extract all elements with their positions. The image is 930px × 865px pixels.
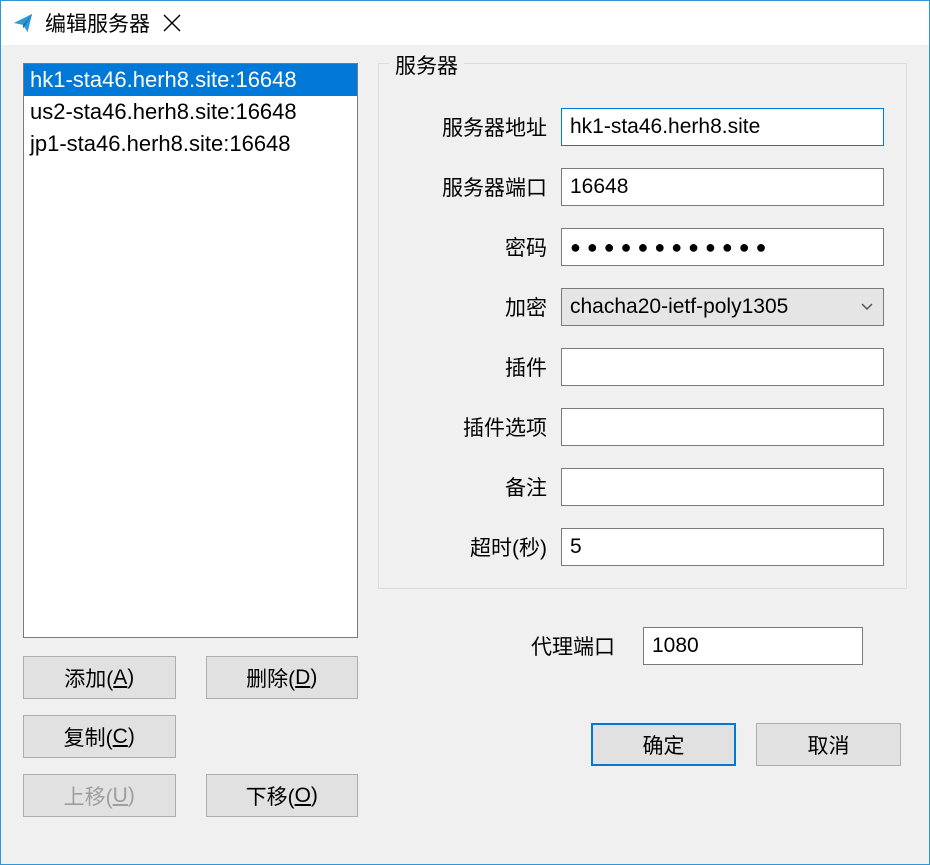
list-button-grid: 添加(A) 删除(D) 复制(C) 上移(U) 下移(O) xyxy=(23,656,358,817)
chevron-down-icon xyxy=(859,303,875,311)
address-input[interactable] xyxy=(561,108,884,146)
proxy-port-input[interactable] xyxy=(643,627,863,665)
server-list-item[interactable]: hk1-sta46.herh8.site:16648 xyxy=(24,64,357,96)
plugin-input[interactable] xyxy=(561,348,884,386)
groupbox-title: 服务器 xyxy=(389,50,464,80)
delete-button[interactable]: 删除(D) xyxy=(206,656,359,699)
remark-input[interactable] xyxy=(561,468,884,506)
server-list[interactable]: hk1-sta46.herh8.site:16648 us2-sta46.her… xyxy=(23,63,358,638)
move-up-button: 上移(U) xyxy=(23,774,176,817)
timeout-label: 超时(秒) xyxy=(401,532,561,562)
dialog-body: hk1-sta46.herh8.site:16648 us2-sta46.her… xyxy=(1,45,929,864)
port-input[interactable] xyxy=(561,168,884,206)
edit-server-dialog: 编辑服务器 hk1-sta46.herh8.site:16648 us2-sta… xyxy=(0,0,930,865)
server-list-item[interactable]: jp1-sta46.herh8.site:16648 xyxy=(24,128,357,160)
right-column: 服务器 服务器地址 服务器端口 密码 ●●●●●●●●●●●● 加 xyxy=(378,63,907,817)
encryption-select[interactable]: chacha20-ietf-poly1305 xyxy=(561,288,884,326)
plugin-opts-label: 插件选项 xyxy=(401,412,561,442)
address-label: 服务器地址 xyxy=(401,112,561,142)
close-button[interactable] xyxy=(150,3,194,43)
titlebar: 编辑服务器 xyxy=(1,1,929,45)
port-label: 服务器端口 xyxy=(401,172,561,202)
left-column: hk1-sta46.herh8.site:16648 us2-sta46.her… xyxy=(23,63,358,817)
copy-button[interactable]: 复制(C) xyxy=(23,715,176,758)
main-row: hk1-sta46.herh8.site:16648 us2-sta46.her… xyxy=(23,63,907,817)
encryption-value: chacha20-ietf-poly1305 xyxy=(570,295,859,319)
server-list-item[interactable]: us2-sta46.herh8.site:16648 xyxy=(24,96,357,128)
plugin-opts-input[interactable] xyxy=(561,408,884,446)
remark-label: 备注 xyxy=(401,472,561,502)
window-title: 编辑服务器 xyxy=(45,8,150,38)
paper-plane-icon xyxy=(11,11,35,35)
proxy-row: 代理端口 xyxy=(378,627,907,665)
proxy-port-label: 代理端口 xyxy=(531,631,629,661)
encryption-label: 加密 xyxy=(401,292,561,322)
password-input[interactable]: ●●●●●●●●●●●● xyxy=(561,228,884,266)
timeout-input[interactable] xyxy=(561,528,884,566)
add-button[interactable]: 添加(A) xyxy=(23,656,176,699)
cancel-button[interactable]: 取消 xyxy=(756,723,901,766)
dialog-buttons: 确定 取消 xyxy=(378,723,907,766)
password-label: 密码 xyxy=(401,232,561,262)
server-groupbox: 服务器 服务器地址 服务器端口 密码 ●●●●●●●●●●●● 加 xyxy=(378,63,907,589)
move-down-button[interactable]: 下移(O) xyxy=(206,774,359,817)
close-icon xyxy=(163,14,181,32)
plugin-label: 插件 xyxy=(401,352,561,382)
ok-button[interactable]: 确定 xyxy=(591,723,736,766)
